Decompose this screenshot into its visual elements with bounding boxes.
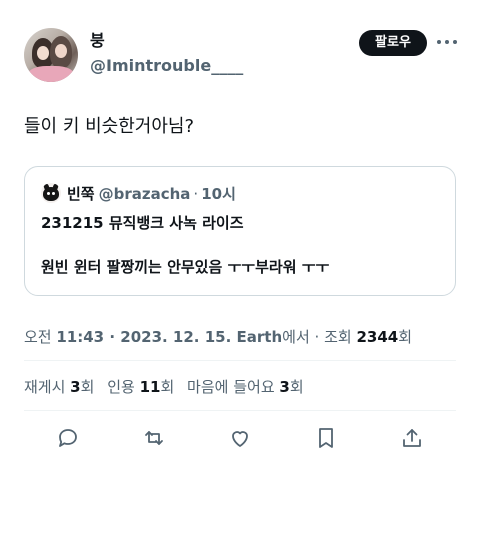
avatar-face xyxy=(37,46,49,60)
avatar-clothing xyxy=(28,66,74,82)
avatar-face xyxy=(55,44,67,58)
divider xyxy=(24,360,456,361)
tweet-metadata: 오전 11:43 · 2023. 12. 15. Earth에서 · 조회 23… xyxy=(24,326,412,348)
views-count: 2344 xyxy=(356,328,399,346)
likes-stat[interactable]: 마음에 들어요 3회 xyxy=(187,378,304,396)
time-prefix: 오전 xyxy=(24,328,57,346)
tweet: 붕 @Imintrouble____ 팔로우 들이 키 비슷한거아님? 빈쭉 @b… xyxy=(0,0,480,536)
tweet-text: 들이 키 비슷한거아님? xyxy=(24,116,195,137)
divider xyxy=(24,410,456,411)
author-avatar[interactable] xyxy=(24,28,78,82)
quotes-stat[interactable]: 인용 11회 xyxy=(107,378,174,396)
tweet-timestamp[interactable]: 11:43 · 2023. 12. 15. xyxy=(56,328,231,346)
source-suffix: 에서 xyxy=(282,328,310,346)
retweets-stat[interactable]: 재게시 3회 xyxy=(24,378,94,396)
tweet-source: Earth xyxy=(231,328,283,346)
action-bar xyxy=(0,424,480,452)
more-icon[interactable] xyxy=(436,34,458,50)
retweet-icon[interactable] xyxy=(140,424,168,452)
quoted-author-avatar[interactable] xyxy=(41,183,61,203)
quoted-tweet[interactable]: 빈쭉 @brazacha · 10시 231215 뮤직뱅크 사녹 라이즈 원빈 윈터… xyxy=(24,166,456,296)
views-label: 조회 xyxy=(324,328,357,346)
author-handle[interactable]: @Imintrouble____ xyxy=(90,56,243,76)
author-display-name[interactable]: 붕 xyxy=(90,31,105,51)
bookmark-icon[interactable] xyxy=(312,424,340,452)
quoted-tweet-text-line2: 원빈 윈터 팔짱끼는 안무있음 ㅜㅜ부라워 ㅜㅜ xyxy=(41,258,330,276)
engagement-stats: 재게시 3회 인용 11회 마음에 들어요 3회 xyxy=(24,376,312,398)
reply-icon[interactable] xyxy=(54,424,82,452)
quoted-tweet-text-line1: 231215 뮤직뱅크 사녹 라이즈 xyxy=(41,214,244,232)
views-suffix: 회 xyxy=(398,328,413,346)
follow-button[interactable]: 팔로우 xyxy=(359,30,427,56)
separator-dot: · xyxy=(193,185,199,203)
separator-dot: · xyxy=(309,328,325,346)
quoted-tweet-time[interactable]: 10시 xyxy=(201,185,236,203)
quoted-tweet-header: 빈쭉 @brazacha · 10시 xyxy=(67,184,236,204)
quoted-author-handle[interactable]: @brazacha xyxy=(99,185,191,203)
like-icon[interactable] xyxy=(226,424,254,452)
quoted-author-name[interactable]: 빈쭉 xyxy=(67,185,95,203)
share-icon[interactable] xyxy=(398,424,426,452)
